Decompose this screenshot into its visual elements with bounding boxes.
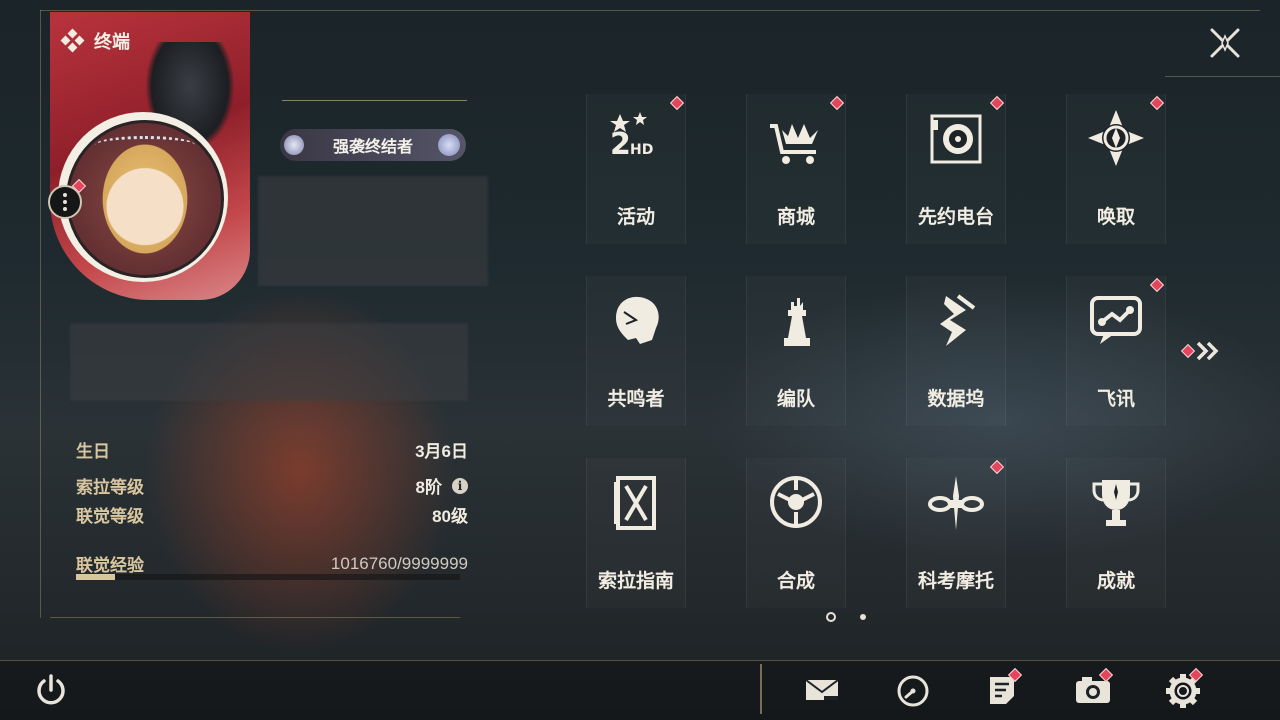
clock-icon <box>897 675 929 707</box>
menu-item-label: 索拉指南 <box>597 571 674 592</box>
stat-union-level: 联觉等级 80级 <box>76 507 468 526</box>
terminal-diamond-icon <box>60 28 85 53</box>
menu-item[interactable]: 先约电台 <box>876 94 1036 276</box>
svg-text:HD: HD <box>630 142 653 158</box>
menu-item-label: 数据坞 <box>927 389 985 410</box>
menu-item[interactable]: 数据坞 <box>876 276 1036 458</box>
stat-birthday: 生日 3月6日 <box>76 442 468 461</box>
avatar-crown <box>95 136 195 154</box>
page-dot-2[interactable] <box>860 614 866 620</box>
settings-button[interactable] <box>1163 667 1204 710</box>
menu-item[interactable]: 2 HD 活动 <box>556 94 716 276</box>
shop-cart-icon <box>770 124 818 164</box>
team-chess-icon <box>784 298 810 346</box>
databank-icon <box>940 294 976 346</box>
close-button[interactable] <box>1208 26 1242 60</box>
menu-item[interactable]: 成就 <box>1036 458 1196 640</box>
stat-union-exp: 联觉经验 1016760/9999999 <box>76 553 468 576</box>
menu-item[interactable]: 索拉指南 <box>556 458 716 640</box>
menu-item[interactable]: 科考摩托 <box>876 458 1036 640</box>
menu-item[interactable]: 飞讯 <box>1036 276 1196 458</box>
page-dot-1[interactable] <box>826 612 836 622</box>
menu-item[interactable]: 编队 <box>716 276 876 458</box>
power-icon <box>37 674 65 705</box>
mail-button[interactable] <box>802 670 842 710</box>
trophy-icon <box>1092 480 1140 526</box>
menu-item-label: 合成 <box>776 571 815 592</box>
menu-item-label: 先约电台 <box>917 207 994 228</box>
blurred-signature-area <box>70 323 468 401</box>
divider <box>282 100 467 101</box>
title-badge[interactable]: 强袭终结者 <box>280 129 466 161</box>
menu-item[interactable]: 共鸣者 <box>556 276 716 458</box>
title-emblem-icon <box>438 134 460 156</box>
exp-progress-fill <box>76 574 116 580</box>
menu-item-label: 商城 <box>776 207 815 228</box>
menu-item-label: 共鸣者 <box>607 389 665 410</box>
resonator-head-icon <box>616 296 659 344</box>
menu-item-label: 唤取 <box>1096 207 1135 228</box>
mail-icon <box>805 679 839 700</box>
info-icon[interactable]: i <box>452 477 468 494</box>
page-title: 终端 <box>94 32 130 52</box>
power-button[interactable] <box>31 670 71 710</box>
close-icon <box>1210 28 1240 58</box>
camera-button[interactable] <box>1073 667 1114 710</box>
history-button[interactable] <box>893 670 933 710</box>
exp-progress-bar <box>76 574 460 580</box>
menu-item-label: 成就 <box>1096 571 1135 592</box>
guidebook-icon <box>614 476 656 530</box>
blurred-name-area <box>258 176 488 286</box>
chat-bubble-icon <box>1090 296 1142 344</box>
stat-sola-level: 索拉等级 8阶 i <box>76 473 468 498</box>
svg-text:2: 2 <box>610 127 631 162</box>
notice-button[interactable] <box>982 667 1023 710</box>
synthesis-icon <box>770 476 822 528</box>
menu-item-label: 活动 <box>616 207 655 228</box>
motorbike-icon <box>928 476 984 530</box>
gacha-compass-icon <box>1088 110 1144 166</box>
menu-item[interactable]: 商城 <box>716 94 876 276</box>
bottom-divider <box>760 664 762 714</box>
menu-item-label: 编队 <box>776 389 815 410</box>
radio-icon <box>930 114 982 164</box>
menu-grid: 2 HD 活动 商城 先约电台 唤取共鸣者 编队 数据坞 飞讯索拉指南 合成 科考摩托 成就 <box>556 94 1196 640</box>
menu-item-label: 飞讯 <box>1096 389 1135 410</box>
page-indicator <box>826 612 866 622</box>
terminal-header: 终端 <box>60 28 130 54</box>
menu-item-label: 科考摩托 <box>917 571 994 592</box>
menu-item[interactable]: 唤取 <box>1036 94 1196 276</box>
title-ornament-icon <box>284 135 304 155</box>
events-2hd-icon: 2 HD <box>610 112 653 162</box>
title-badge-label: 强袭终结者 <box>332 139 413 156</box>
